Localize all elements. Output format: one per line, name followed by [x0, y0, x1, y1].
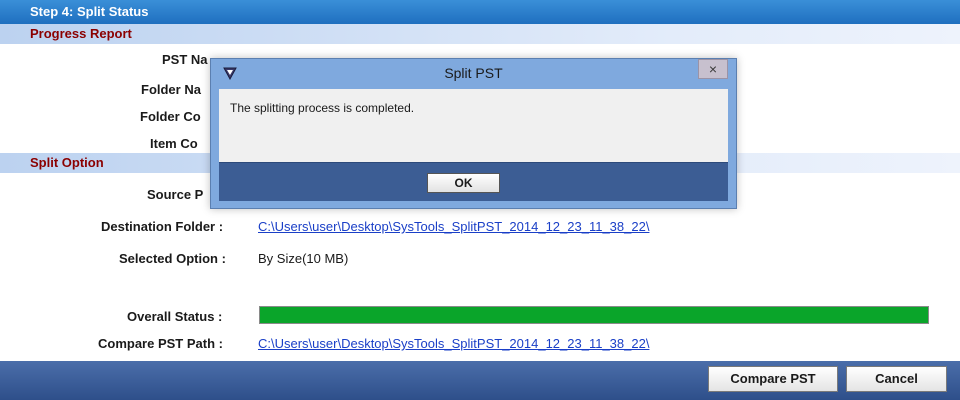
progress-report-title: Progress Report [30, 26, 132, 41]
dialog-titlebar[interactable]: Split PST × [211, 59, 736, 87]
overall-status-progress-bar [259, 306, 929, 324]
dialog-close-button[interactable]: × [698, 59, 728, 79]
folder-name-label: Folder Na [141, 82, 201, 97]
destination-folder-label: Destination Folder : [101, 219, 224, 234]
dialog-button-area: OK [219, 162, 728, 201]
split-option-title: Split Option [30, 155, 104, 170]
progress-fill [260, 307, 928, 323]
destination-folder-link[interactable]: C:\Users\user\Desktop\SysTools_SplitPST_… [258, 219, 649, 234]
compare-pst-button[interactable]: Compare PST [708, 366, 838, 392]
pst-name-label: PST Na [162, 52, 208, 67]
split-pst-dialog: Split PST × The splitting process is com… [210, 58, 737, 209]
ok-button[interactable]: OK [427, 173, 500, 193]
dialog-message-area: The splitting process is completed. [219, 89, 728, 162]
compare-pst-path-link[interactable]: C:\Users\user\Desktop\SysTools_SplitPST_… [258, 336, 649, 351]
step-title: Step 4: Split Status [30, 4, 149, 19]
selected-option-label: Selected Option : [119, 251, 226, 266]
dialog-message: The splitting process is completed. [230, 101, 415, 115]
progress-report-bar: Progress Report [0, 24, 960, 44]
cancel-button[interactable]: Cancel [846, 366, 947, 392]
selected-option-value: By Size(10 MB) [258, 251, 349, 266]
close-icon: × [708, 61, 718, 77]
step-header: Step 4: Split Status [0, 0, 960, 24]
item-count-label: Item Co [150, 136, 198, 151]
overall-status-label: Overall Status : [127, 309, 223, 324]
folder-count-label: Folder Co [140, 109, 201, 124]
footer-bar: Compare PST Cancel [0, 361, 960, 400]
dialog-title: Split PST [444, 65, 503, 81]
compare-pst-path-label: Compare PST Path : [98, 336, 223, 351]
source-path-label: Source P [147, 187, 204, 202]
